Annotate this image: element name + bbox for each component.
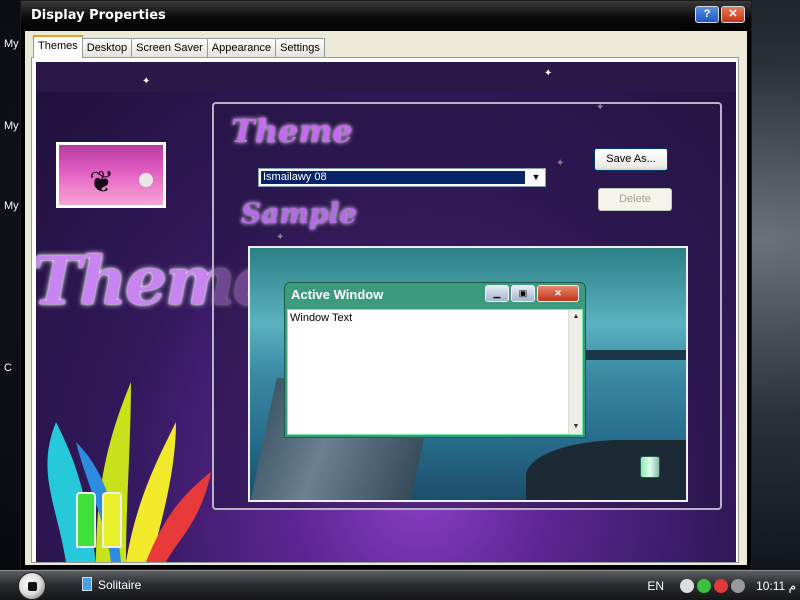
sample-preview: Active Window ▁ ▣ ✕ Window Text ▲ ▼	[248, 246, 688, 502]
distant-pier	[582, 350, 686, 360]
system-tray: EN 10:11 م	[647, 573, 800, 599]
sample-window-title: Active Window	[291, 287, 384, 302]
smiley-icon[interactable]	[680, 579, 695, 593]
network-icon[interactable]	[697, 579, 712, 593]
paint-bottles	[76, 492, 122, 548]
theme-heading: Theme	[231, 112, 353, 150]
tree-photo: ❦	[56, 142, 166, 208]
sample-window-client: Window Text ▲ ▼	[287, 309, 583, 435]
bottle-icon	[76, 492, 96, 548]
help-button[interactable]: ?	[695, 6, 719, 23]
tab-themes[interactable]: Themes	[33, 35, 83, 58]
tab-screen-saver[interactable]: Screen Saver	[131, 38, 208, 58]
solitaire-icon	[82, 577, 92, 591]
dialog-client: Themes Desktop Screen Saver Appearance S…	[25, 31, 747, 565]
title-bar[interactable]: Display Properties ? ✕	[21, 1, 751, 31]
theme-select[interactable]: Ismailawy 08 ▼	[258, 168, 546, 187]
clock-suffix: م	[788, 579, 796, 593]
tray-app-icon[interactable]	[731, 579, 746, 593]
recycle-bin-icon	[640, 456, 660, 478]
star-icon: ✦	[544, 68, 553, 79]
close-icon: ✕	[537, 285, 579, 302]
display-properties-window: Display Properties ? ✕ Themes Desktop Sc…	[20, 0, 752, 570]
clock[interactable]: 10:11 م	[756, 579, 796, 593]
bottle-icon	[102, 492, 122, 548]
taskbar: Solitaire EN 10:11 م	[0, 570, 800, 600]
tab-desktop[interactable]: Desktop	[81, 38, 133, 58]
clock-time: 10:11	[756, 579, 786, 593]
tab-appearance[interactable]: Appearance	[206, 38, 277, 58]
desktop-icon-label[interactable]: My	[4, 38, 19, 50]
title-buttons: ? ✕	[693, 6, 745, 23]
star-icon: ✦	[142, 76, 151, 87]
maximize-icon: ▣	[511, 285, 535, 302]
sample-window-buttons: ▁ ▣ ✕	[485, 285, 579, 302]
desktop-icon-label[interactable]: C	[4, 362, 12, 374]
theme-select-value: Ismailawy 08	[261, 171, 525, 184]
start-button[interactable]	[18, 572, 46, 600]
tab-settings[interactable]: Settings	[275, 38, 325, 58]
window-title: Display Properties	[31, 8, 166, 23]
save-as-button[interactable]: Save As...	[594, 148, 668, 171]
delete-button[interactable]: Delete	[598, 188, 672, 211]
tab-strip: Themes Desktop Screen Saver Appearance S…	[33, 35, 325, 58]
security-icon[interactable]	[714, 579, 729, 593]
tree-icon: ❦	[89, 166, 115, 199]
minimize-icon: ▁	[485, 285, 509, 302]
moon-icon	[139, 173, 153, 187]
artwork-top-band	[36, 62, 736, 92]
desktop-icon-label[interactable]: My	[4, 120, 19, 132]
language-indicator[interactable]: EN	[647, 579, 664, 593]
paint-splash-graphic	[47, 382, 211, 562]
taskbar-item-label: Solitaire	[98, 578, 142, 592]
sample-heading: Sample	[241, 197, 358, 230]
sample-active-window: Active Window ▁ ▣ ✕ Window Text ▲ ▼	[284, 282, 586, 438]
scroll-up-icon: ▲	[572, 313, 580, 320]
scroll-down-icon: ▼	[572, 423, 580, 430]
themes-tab-page: ✦ ✦ ✦ ✦ ✦ ❦ Themes	[31, 57, 739, 563]
taskbar-item-solitaire[interactable]: Solitaire	[82, 577, 141, 592]
close-button[interactable]: ✕	[721, 6, 745, 23]
chevron-down-icon[interactable]: ▼	[529, 171, 543, 184]
shore-silhouette	[526, 440, 686, 500]
sample-scrollbar: ▲ ▼	[568, 310, 582, 434]
themes-artwork: ✦ ✦ ✦ ✦ ✦ ❦ Themes	[36, 62, 736, 562]
sample-window-text: Window Text	[290, 312, 353, 324]
desktop-icon-label[interactable]: My	[4, 200, 19, 212]
